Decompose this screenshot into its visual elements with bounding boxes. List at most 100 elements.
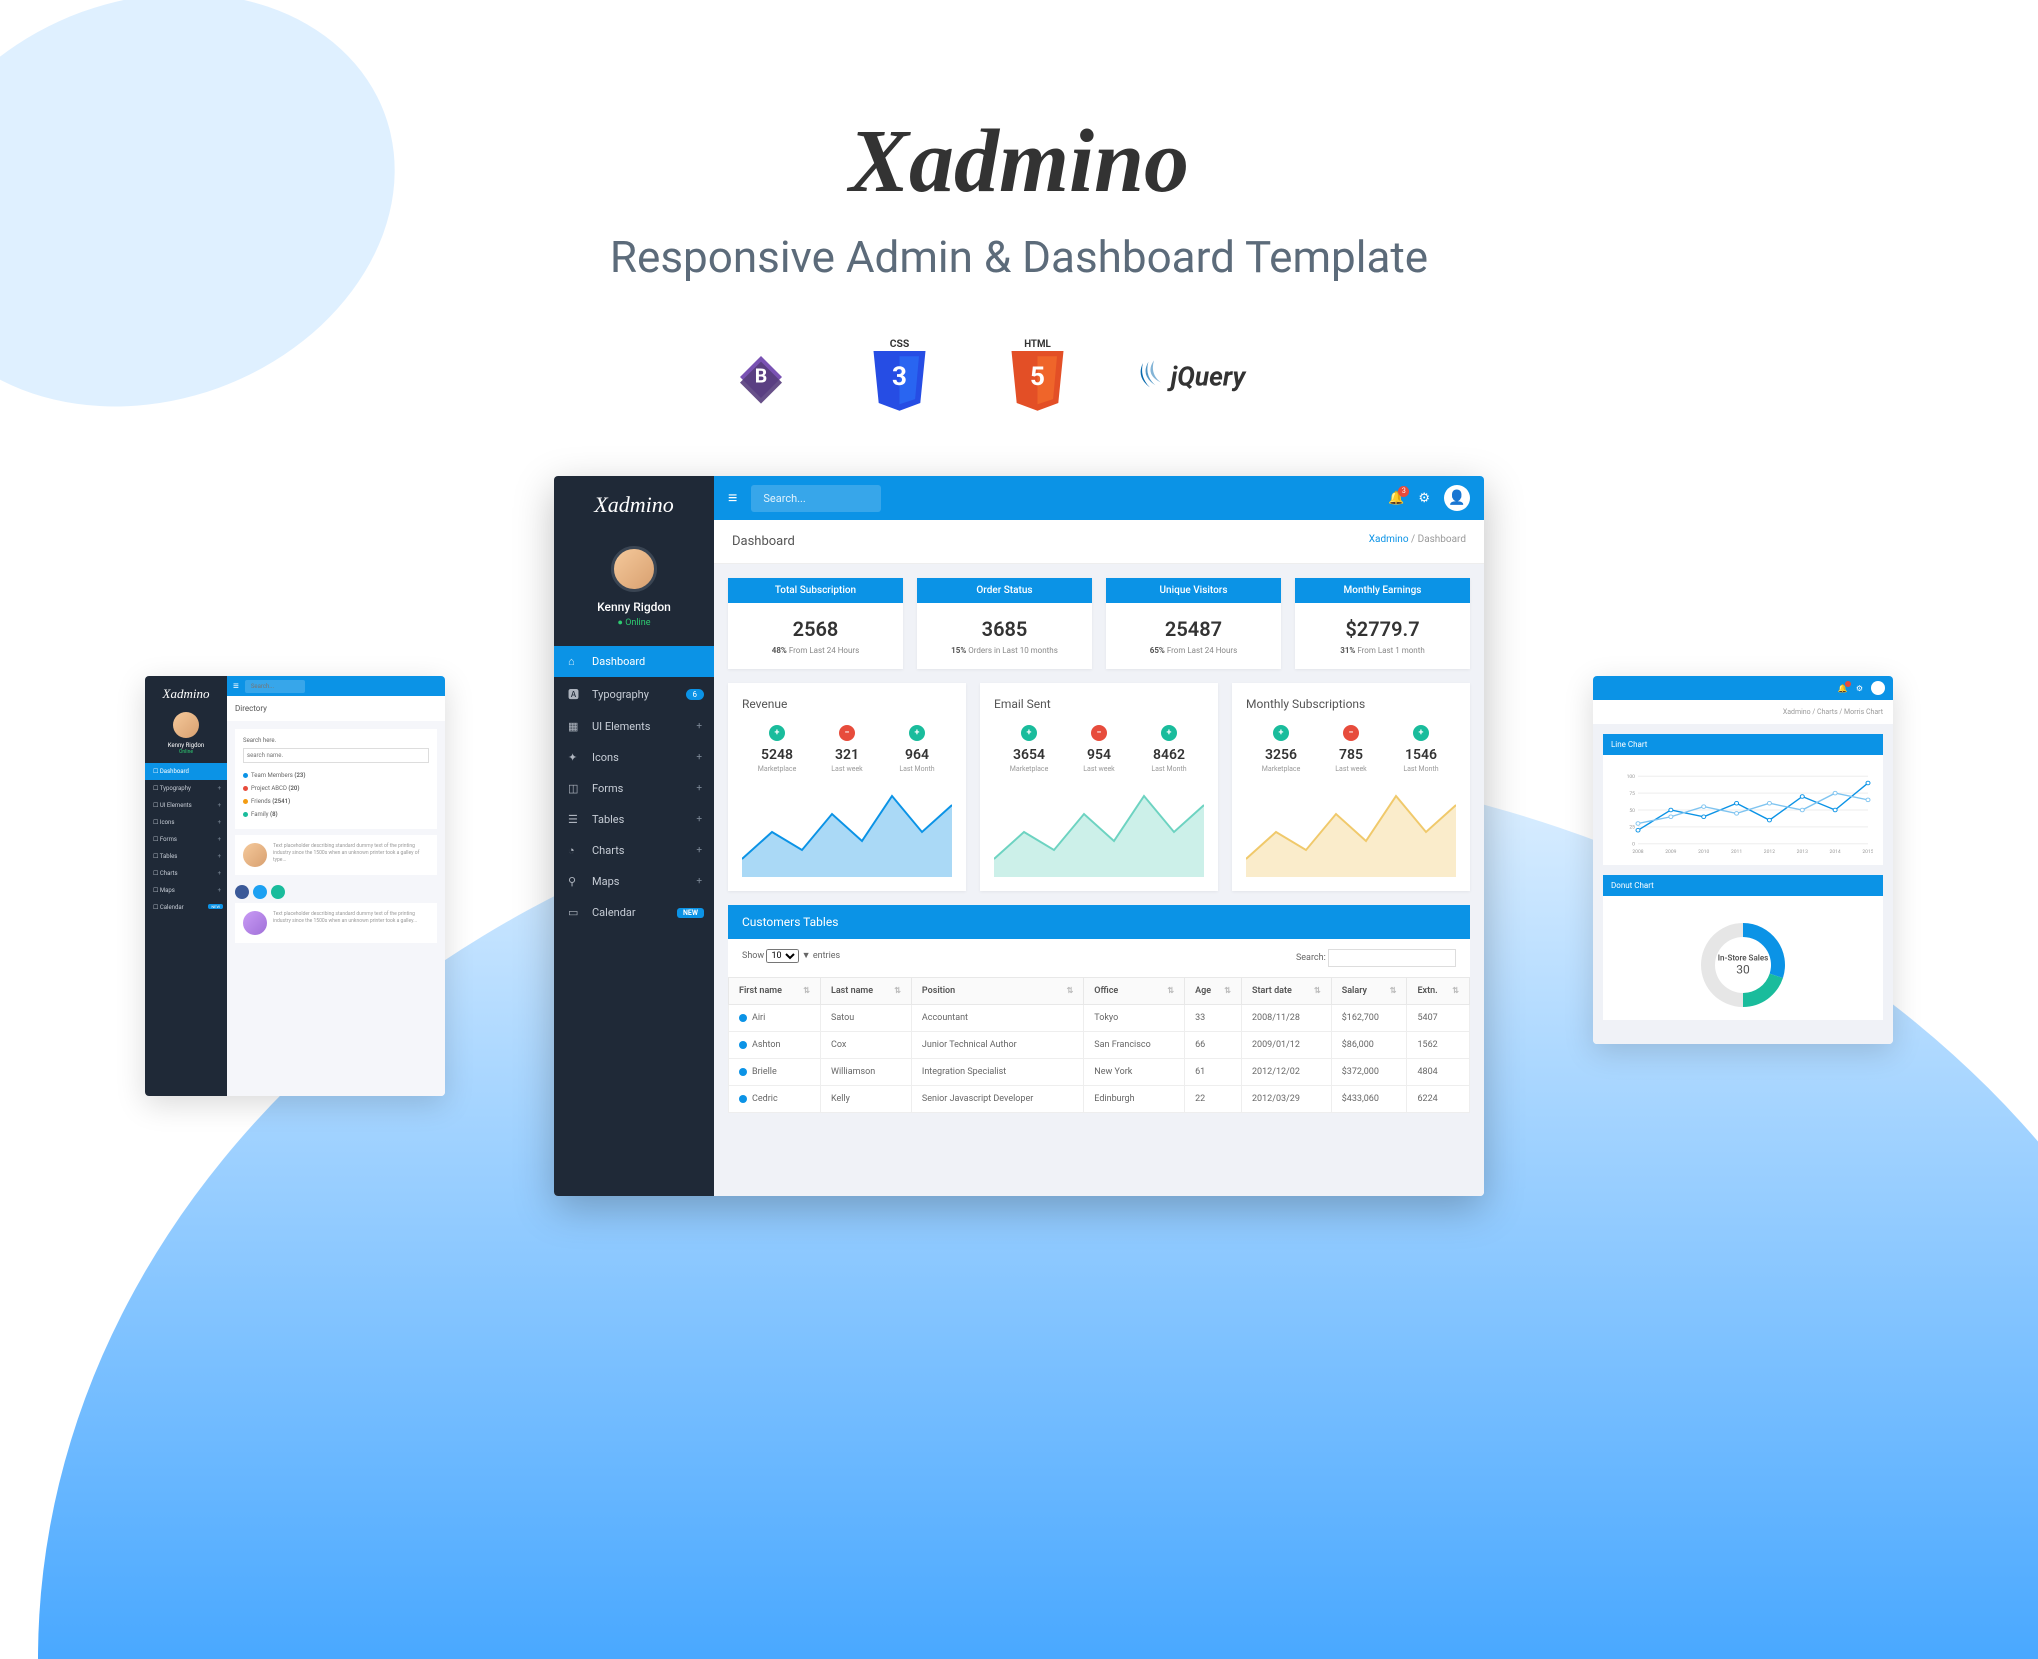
directory-list-item[interactable]: Family (8) [243, 808, 429, 821]
left-nav-item[interactable]: ☐ Forms+ [145, 831, 227, 848]
social-phone-icon[interactable] [271, 885, 285, 899]
stat-card: Total Subscription 2568 48% From Last 24… [728, 578, 903, 669]
directory-list-item[interactable]: Friends (2541) [243, 795, 429, 808]
trend-up-icon: + [1413, 725, 1429, 741]
stat-card: Unique Visitors 25487 65% From Last 24 H… [1106, 578, 1281, 669]
directory-list-item[interactable]: Project ABCD (20) [243, 782, 429, 795]
metric-title: Revenue [742, 697, 952, 711]
table-cell: Satou [820, 1005, 911, 1032]
center-avatar[interactable] [611, 546, 657, 592]
sidebar-item-typography[interactable]: 🅰Typography6 [554, 677, 714, 711]
right-bell-icon[interactable]: 🔔 [1838, 684, 1848, 693]
left-person2-text: Text placeholder describing standard dum… [273, 911, 429, 925]
top-avatar[interactable]: 👤 [1444, 485, 1470, 511]
bell-icon[interactable]: 🔔3 [1388, 491, 1404, 506]
breadcrumb-root[interactable]: Xadmino [1369, 534, 1409, 545]
directory-list-item[interactable]: Team Members (23) [243, 769, 429, 782]
column-header[interactable]: Position⇅ [911, 978, 1083, 1005]
table-cell: New York [1084, 1059, 1185, 1086]
menu-toggle-icon[interactable]: ≡ [728, 488, 737, 508]
table-cell: 66 [1185, 1032, 1242, 1059]
metric-label: Last week [1064, 765, 1134, 773]
table-row[interactable]: AiriSatouAccountantTokyo332008/11/28$162… [729, 1005, 1470, 1032]
line-chart-title: Line Chart [1603, 734, 1883, 755]
table-row[interactable]: AshtonCoxJunior Technical AuthorSan Fran… [729, 1032, 1470, 1059]
trend-down-icon: − [1091, 725, 1107, 741]
sort-icon: ⇅ [1224, 986, 1231, 995]
metric-label: Marketplace [742, 765, 812, 773]
table-cell: 22 [1185, 1086, 1242, 1113]
social-twitter-icon[interactable] [253, 885, 267, 899]
left-search-input[interactable] [245, 680, 305, 693]
tech-icons-row: B CSS3 HTML5 jQuery [0, 338, 2038, 416]
stat-sub: 48% From Last 24 Hours [734, 646, 897, 655]
column-header[interactable]: Office⇅ [1084, 978, 1185, 1005]
left-nav-item[interactable]: ☐ UI Elements+ [145, 797, 227, 814]
table-cell: $86,000 [1331, 1032, 1407, 1059]
table-cell: 2008/11/28 [1242, 1005, 1332, 1032]
sidebar-item-tables[interactable]: ☰Tables+ [554, 804, 714, 835]
column-header[interactable]: Start date⇅ [1242, 978, 1332, 1005]
column-header[interactable]: Extn.⇅ [1407, 978, 1470, 1005]
metric-label: Last Month [1134, 765, 1204, 773]
column-header[interactable]: First name⇅ [729, 978, 821, 1005]
metric-num: 3654 [994, 747, 1064, 763]
nav-icon: ▦ [568, 720, 582, 733]
column-header[interactable]: Age⇅ [1185, 978, 1242, 1005]
stat-value: 3685 [923, 617, 1086, 641]
svg-text:CSS: CSS [889, 338, 909, 350]
sidebar-item-icons[interactable]: ✦Icons+ [554, 742, 714, 773]
sidebar-item-maps[interactable]: ⚲Maps+ [554, 866, 714, 897]
nav-label: Calendar [592, 906, 636, 919]
metric-area-chart [1246, 787, 1456, 877]
sidebar-item-dashboard[interactable]: ⌂Dashboard [554, 646, 714, 677]
sidebar-item-forms[interactable]: ◫Forms+ [554, 773, 714, 804]
left-nav-item[interactable]: ☐ Dashboard [145, 763, 227, 780]
sort-icon: ⇅ [1067, 986, 1074, 995]
nav-label: Dashboard [592, 655, 645, 668]
table-row[interactable]: BrielleWilliamsonIntegration SpecialistN… [729, 1059, 1470, 1086]
sidebar-item-calendar[interactable]: ▭CalendarNEW [554, 897, 714, 928]
column-header[interactable]: Salary⇅ [1331, 978, 1407, 1005]
expand-icon: + [696, 783, 702, 794]
left-nav-item[interactable]: ☐ Tables+ [145, 848, 227, 865]
table-search-input[interactable] [1328, 949, 1456, 967]
svg-text:50: 50 [1629, 808, 1635, 814]
donut-chart: In-Store Sales 30 [1688, 910, 1798, 1020]
gear-icon[interactable]: ⚙ [1418, 491, 1430, 506]
screen-dashboard: Xadmino Kenny Rigdon ● Online ⌂Dashboard… [554, 476, 1484, 1196]
left-nav-item[interactable]: ☐ Charts+ [145, 865, 227, 882]
nav-icon: ▭ [568, 906, 582, 919]
metric-num: 321 [812, 747, 882, 763]
left-avatar[interactable] [173, 712, 199, 738]
table-cell: 2009/01/12 [1242, 1032, 1332, 1059]
sidebar-item-ui-elements[interactable]: ▦UI Elements+ [554, 711, 714, 742]
left-nav-item[interactable]: ☐ Typography+ [145, 780, 227, 797]
left-nav-item[interactable]: ☐ Maps+ [145, 882, 227, 899]
table-cell: 2012/12/02 [1242, 1059, 1332, 1086]
right-gear-icon[interactable]: ⚙ [1856, 684, 1863, 693]
entries-select[interactable]: 10 [766, 949, 799, 963]
metric-label: Marketplace [994, 765, 1064, 773]
social-facebook-icon[interactable] [235, 885, 249, 899]
table-cell: 5407 [1407, 1005, 1470, 1032]
left-nav-item[interactable]: ☐ Icons+ [145, 814, 227, 831]
metric-label: Last Month [882, 765, 952, 773]
metric-area-chart [742, 787, 952, 877]
stat-sub: 15% Orders in Last 10 months [923, 646, 1086, 655]
left-directory-search[interactable] [243, 748, 429, 763]
left-menu-icon[interactable]: ≡ [233, 681, 239, 692]
svg-text:5: 5 [1030, 362, 1045, 392]
table-row[interactable]: CedricKellySenior Javascript DeveloperEd… [729, 1086, 1470, 1113]
left-nav-item[interactable]: ☐ CalendarNEW [145, 899, 227, 916]
metric-title: Monthly Subscriptions [1246, 697, 1456, 711]
svg-text:2010: 2010 [1698, 849, 1710, 855]
page-title: Dashboard [732, 534, 795, 549]
right-top-avatar[interactable] [1871, 681, 1885, 695]
left-page-title: Directory [227, 696, 445, 721]
donut-label: In-Store Sales [1718, 954, 1768, 963]
column-header[interactable]: Last name⇅ [820, 978, 911, 1005]
table-cell: Tokyo [1084, 1005, 1185, 1032]
sidebar-item-charts[interactable]: ◔Charts+ [554, 835, 714, 866]
search-input[interactable] [751, 485, 881, 512]
